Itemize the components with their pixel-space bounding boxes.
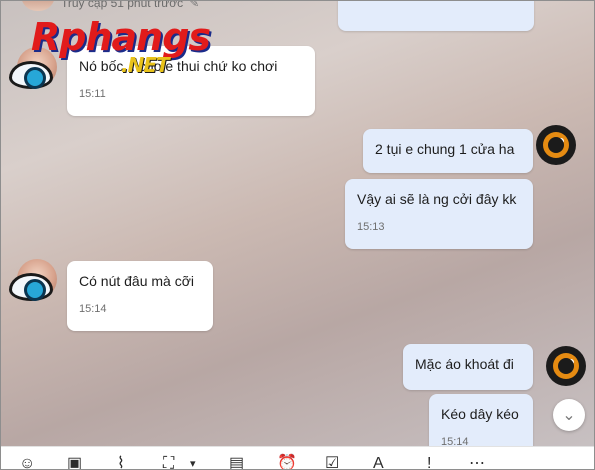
chat-window: Truy cập 51 phút trước ✎ Nó bốc... cho e… bbox=[0, 0, 595, 470]
message-bubble-partial[interactable] bbox=[338, 1, 534, 31]
message-bubble[interactable]: Kéo dây kéo 15:14 bbox=[429, 394, 533, 446]
dropdown-icon[interactable]: ▾ bbox=[190, 456, 196, 469]
message-bubble[interactable]: Mặc áo khoát đi bbox=[403, 344, 533, 390]
edit-icon[interactable]: ✎ bbox=[189, 1, 199, 10]
exclamation-icon[interactable]: ! bbox=[427, 456, 431, 470]
message-bubble[interactable]: Vậy ai sẽ là ng cởi đây kk 15:13 bbox=[345, 179, 533, 249]
message-text: Có nút đâu mà cỡi bbox=[79, 273, 195, 289]
my-avatar[interactable] bbox=[546, 346, 586, 386]
message-time: 15:14 bbox=[79, 303, 107, 315]
scroll-to-bottom-button[interactable]: ⌄ bbox=[553, 399, 585, 431]
message-bubble[interactable]: 2 tụi e chung 1 cửa ha bbox=[363, 129, 533, 173]
message-text: Vậy ai sẽ là ng cởi đây kk bbox=[357, 191, 517, 207]
image-icon[interactable]: ▣ bbox=[67, 456, 82, 470]
message-text: Kéo dây kéo bbox=[441, 406, 519, 422]
message-bubble[interactable]: Có nút đâu mà cỡi 15:14 bbox=[67, 261, 213, 331]
task-icon[interactable]: ☑ bbox=[325, 456, 339, 470]
message-text: Mặc áo khoát đi bbox=[415, 356, 514, 372]
more-icon[interactable]: ⋯ bbox=[469, 456, 485, 470]
message-text: 2 tụi e chung 1 cửa ha bbox=[375, 141, 515, 157]
contact-avatar[interactable] bbox=[21, 1, 55, 11]
text-format-icon[interactable]: A bbox=[373, 456, 384, 470]
composer-toolbar: ☺ ▣ ⌇ ⛶ ▾ ▤ ⏰ ☑ A ! ⋯ bbox=[1, 446, 594, 470]
message-text: Nó bốc... cho e thui chứ ko chơi bbox=[79, 58, 278, 74]
screenshot-icon[interactable]: ⛶ bbox=[163, 456, 174, 470]
watermark-logo: Rphangs .NET bbox=[31, 15, 211, 77]
contact-status-bar: Truy cập 51 phút trước ✎ bbox=[21, 1, 199, 11]
watermark-suffix: .NET bbox=[121, 53, 170, 77]
contact-card-icon[interactable]: ▤ bbox=[229, 456, 244, 470]
chevron-down-icon: ⌄ bbox=[562, 407, 576, 424]
reminder-icon[interactable]: ⏰ bbox=[277, 456, 297, 470]
message-list[interactable]: Truy cập 51 phút trước ✎ Nó bốc... cho e… bbox=[1, 1, 594, 446]
eye-sticker-icon bbox=[9, 61, 53, 89]
message-time: 15:11 bbox=[79, 88, 106, 100]
attachment-icon[interactable]: ⌇ bbox=[117, 456, 125, 470]
message-time: 15:14 bbox=[441, 436, 469, 446]
my-avatar[interactable] bbox=[536, 125, 576, 165]
sticker-icon[interactable]: ☺ bbox=[19, 456, 35, 470]
eye-sticker-icon bbox=[9, 273, 53, 301]
last-seen-status: Truy cập 51 phút trước bbox=[61, 1, 184, 10]
message-time: 15:13 bbox=[357, 221, 385, 233]
